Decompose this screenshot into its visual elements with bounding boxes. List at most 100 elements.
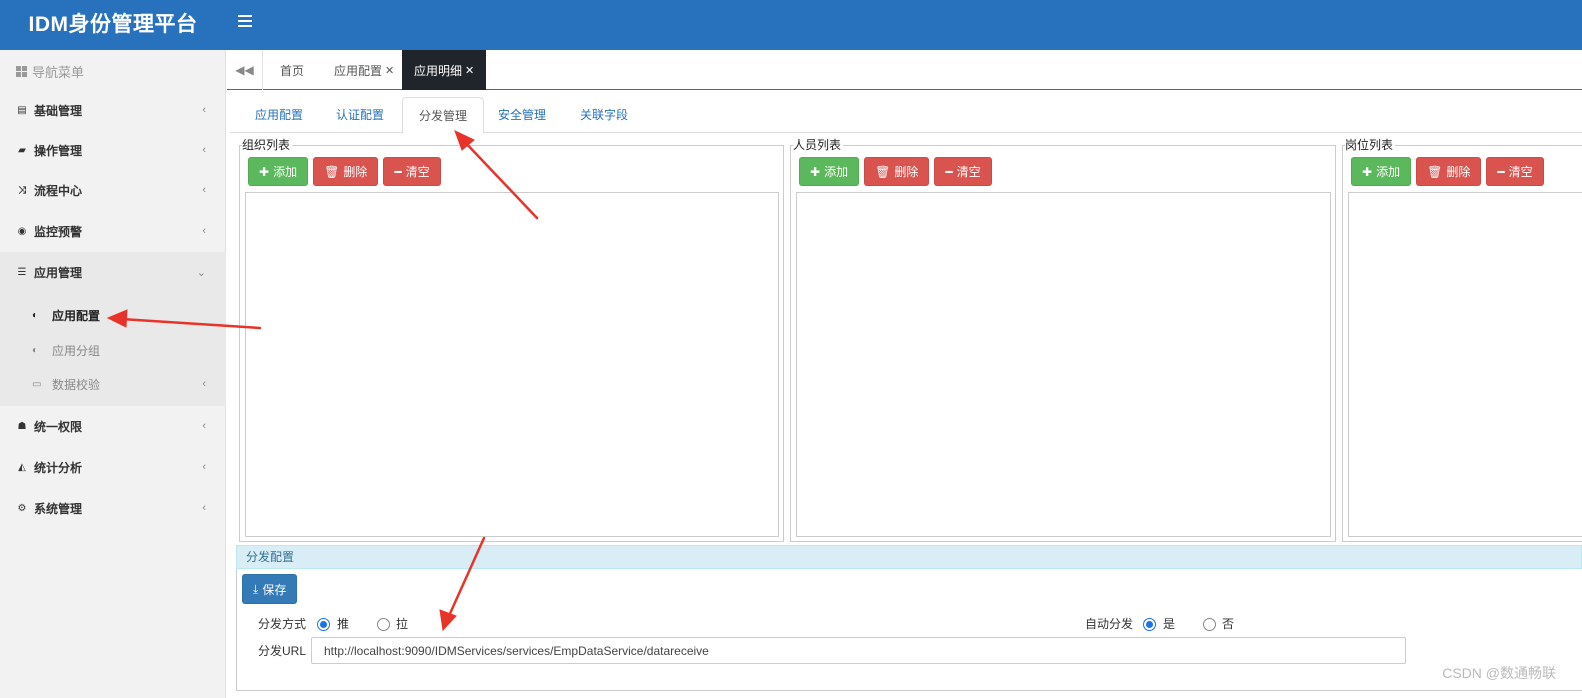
brand-title: IDM身份管理平台: [28, 13, 198, 36]
org-add-button[interactable]: ✚ 添加: [248, 157, 309, 186]
panel-title: 岗位列表: [1345, 138, 1396, 152]
app-management-group: ☰ 应用管理 ⌄ ◐ 应用配置 ◐ 应用分组 ▭ 数据校验 ‹: [0, 252, 226, 406]
sidebar-item-label: 操作管理: [34, 143, 83, 158]
button-label: 清空: [405, 165, 430, 179]
minus-icon: ━: [1497, 164, 1505, 179]
tab-scroll-left-button[interactable]: ◀◀: [227, 50, 263, 90]
auto-label: 自动分发: [1085, 617, 1134, 631]
method-push-radio[interactable]: [317, 618, 330, 631]
button-label: 添加: [273, 165, 298, 179]
watermark: CSDN @数通畅联: [1442, 665, 1556, 681]
sidebar-subitem-label: 应用分组: [52, 343, 101, 358]
sidebar-subitem-label: 数据校验: [52, 377, 101, 392]
chevron-left-icon: ‹: [202, 144, 206, 156]
trash-icon: 🗑: [324, 164, 340, 179]
sidebar-subitem-label: 应用配置: [52, 308, 101, 323]
org-clear-button[interactable]: ━ 清空: [383, 157, 441, 186]
tab-app-detail[interactable]: 应用明细 ✕: [402, 50, 487, 90]
list-icon: ☰: [17, 266, 27, 278]
sidebar-item-label: 统计分析: [34, 460, 83, 475]
nav-title-label: 导航菜单: [32, 65, 85, 80]
position-listbox[interactable]: [1348, 192, 1582, 537]
tab-label: 认证配置: [336, 108, 385, 122]
sidebar-item-permission[interactable]: ☗ 统一权限 ‹: [0, 406, 226, 446]
sidebar-item-system[interactable]: ⚙ 系统管理 ‹: [0, 488, 226, 528]
button-label: 删除: [894, 165, 919, 179]
button-label: 添加: [1376, 165, 1401, 179]
url-label: 分发URL: [258, 644, 307, 658]
sidebar-subitem-app-group[interactable]: ◐ 应用分组: [0, 333, 226, 367]
plus-icon: ✚: [810, 164, 821, 179]
auto-yes-radio[interactable]: [1143, 618, 1156, 631]
sidebar-subitem-app-config[interactable]: ◐ 应用配置: [0, 298, 226, 332]
button-label: 删除: [343, 165, 368, 179]
sidebar: 导航菜单 ▤ 基础管理 ‹ ▰ 操作管理 ‹ ⤨ 流程中心 ‹ ◉ 监控预警 ‹…: [0, 50, 226, 698]
button-label: 添加: [824, 165, 849, 179]
tab-label: 首页: [280, 63, 305, 78]
position-list-panel: 岗位列表 ✚ 添加 🗑 删除 ━ 清空: [1342, 138, 1582, 542]
hamburger-icon[interactable]: [238, 15, 252, 29]
tab-label: 安全管理: [498, 108, 547, 122]
tab-label: 应用配置: [334, 63, 383, 78]
chevron-left-icon: ‹: [202, 420, 206, 432]
auto-no-radio[interactable]: [1203, 618, 1216, 631]
chevron-left-icon: ‹: [202, 225, 206, 237]
tab-distribution[interactable]: 分发管理: [402, 97, 485, 134]
url-input[interactable]: [311, 637, 1406, 664]
sidebar-item-app-management[interactable]: ☰ 应用管理 ⌄: [0, 252, 226, 292]
sidebar-item-label: 监控预警: [34, 224, 83, 239]
sitemap-icon: ☗: [17, 420, 27, 432]
org-listbox[interactable]: [245, 192, 779, 537]
org-delete-button[interactable]: 🗑 删除: [313, 157, 379, 186]
eye-icon: ◉: [17, 225, 27, 237]
method-push-label: 推: [337, 617, 350, 631]
grid-icon: [16, 66, 27, 77]
config-section: [236, 569, 1582, 691]
detail-tab-bar: 应用配置 认证配置 分发管理 安全管理 关联字段: [230, 97, 1582, 134]
minus-icon: ━: [945, 164, 953, 179]
chevron-left-icon: ‹: [202, 461, 206, 473]
tab-related-fields[interactable]: 关联字段: [564, 97, 644, 133]
tab-home[interactable]: 首页: [280, 50, 304, 90]
position-delete-button[interactable]: 🗑 删除: [1416, 157, 1482, 186]
shuffle-icon: ⤨: [18, 184, 26, 196]
tab-security[interactable]: 安全管理: [482, 97, 562, 133]
method-label: 分发方式: [258, 617, 307, 631]
folder-icon: ▭: [32, 378, 42, 390]
close-icon[interactable]: ✕: [385, 64, 394, 77]
gears-icon: ⚙: [17, 502, 27, 514]
sidebar-item-label: 系统管理: [34, 501, 83, 516]
sidebar-item-label: 流程中心: [34, 183, 83, 198]
tab-app-settings[interactable]: 应用配置: [239, 97, 319, 133]
person-delete-button[interactable]: 🗑 删除: [864, 157, 930, 186]
person-listbox[interactable]: [796, 192, 1331, 537]
button-label: 清空: [1508, 165, 1533, 179]
sidebar-item-monitor[interactable]: ◉ 监控预警 ‹: [0, 211, 226, 251]
sidebar-item-process[interactable]: ⤨ 流程中心 ‹: [0, 170, 226, 210]
org-list-panel: 组织列表 ✚ 添加 🗑 删除 ━ 清空: [239, 138, 784, 542]
sidebar-item-basic[interactable]: ▤ 基础管理 ‹: [0, 90, 226, 130]
auto-no-label: 否: [1222, 617, 1235, 631]
save-button[interactable]: ⤓ 保存: [242, 574, 298, 604]
position-clear-button[interactable]: ━ 清空: [1486, 157, 1544, 186]
tab-auth-settings[interactable]: 认证配置: [320, 97, 400, 133]
tab-label: 关联字段: [580, 108, 629, 122]
button-label: 清空: [956, 165, 981, 179]
tab-app-config[interactable]: 应用配置 ✕: [334, 50, 394, 90]
tab-label: 分发管理: [419, 109, 468, 123]
leaf-icon: ◐: [32, 344, 39, 356]
button-label: 删除: [1446, 165, 1471, 179]
close-icon[interactable]: ✕: [465, 64, 474, 77]
sidebar-item-operation[interactable]: ▰ 操作管理 ‹: [0, 130, 226, 170]
sidebar-subitem-data-check[interactable]: ▭ 数据校验 ‹: [0, 367, 226, 401]
trash-icon: 🗑: [875, 164, 891, 179]
sidebar-item-statistics[interactable]: ◭ 统计分析 ‹: [0, 447, 226, 487]
person-clear-button[interactable]: ━ 清空: [934, 157, 992, 186]
position-add-button[interactable]: ✚ 添加: [1351, 157, 1412, 186]
chevron-down-icon: ⌄: [196, 266, 206, 279]
method-pull-radio[interactable]: [377, 618, 390, 631]
nav-title: 导航菜单: [16, 62, 84, 81]
page-tab-bar: ◀◀ 首页 应用配置 ✕ 应用明细 ✕: [227, 50, 1582, 90]
person-add-button[interactable]: ✚ 添加: [799, 157, 860, 186]
id-card-icon: ▤: [17, 104, 27, 116]
